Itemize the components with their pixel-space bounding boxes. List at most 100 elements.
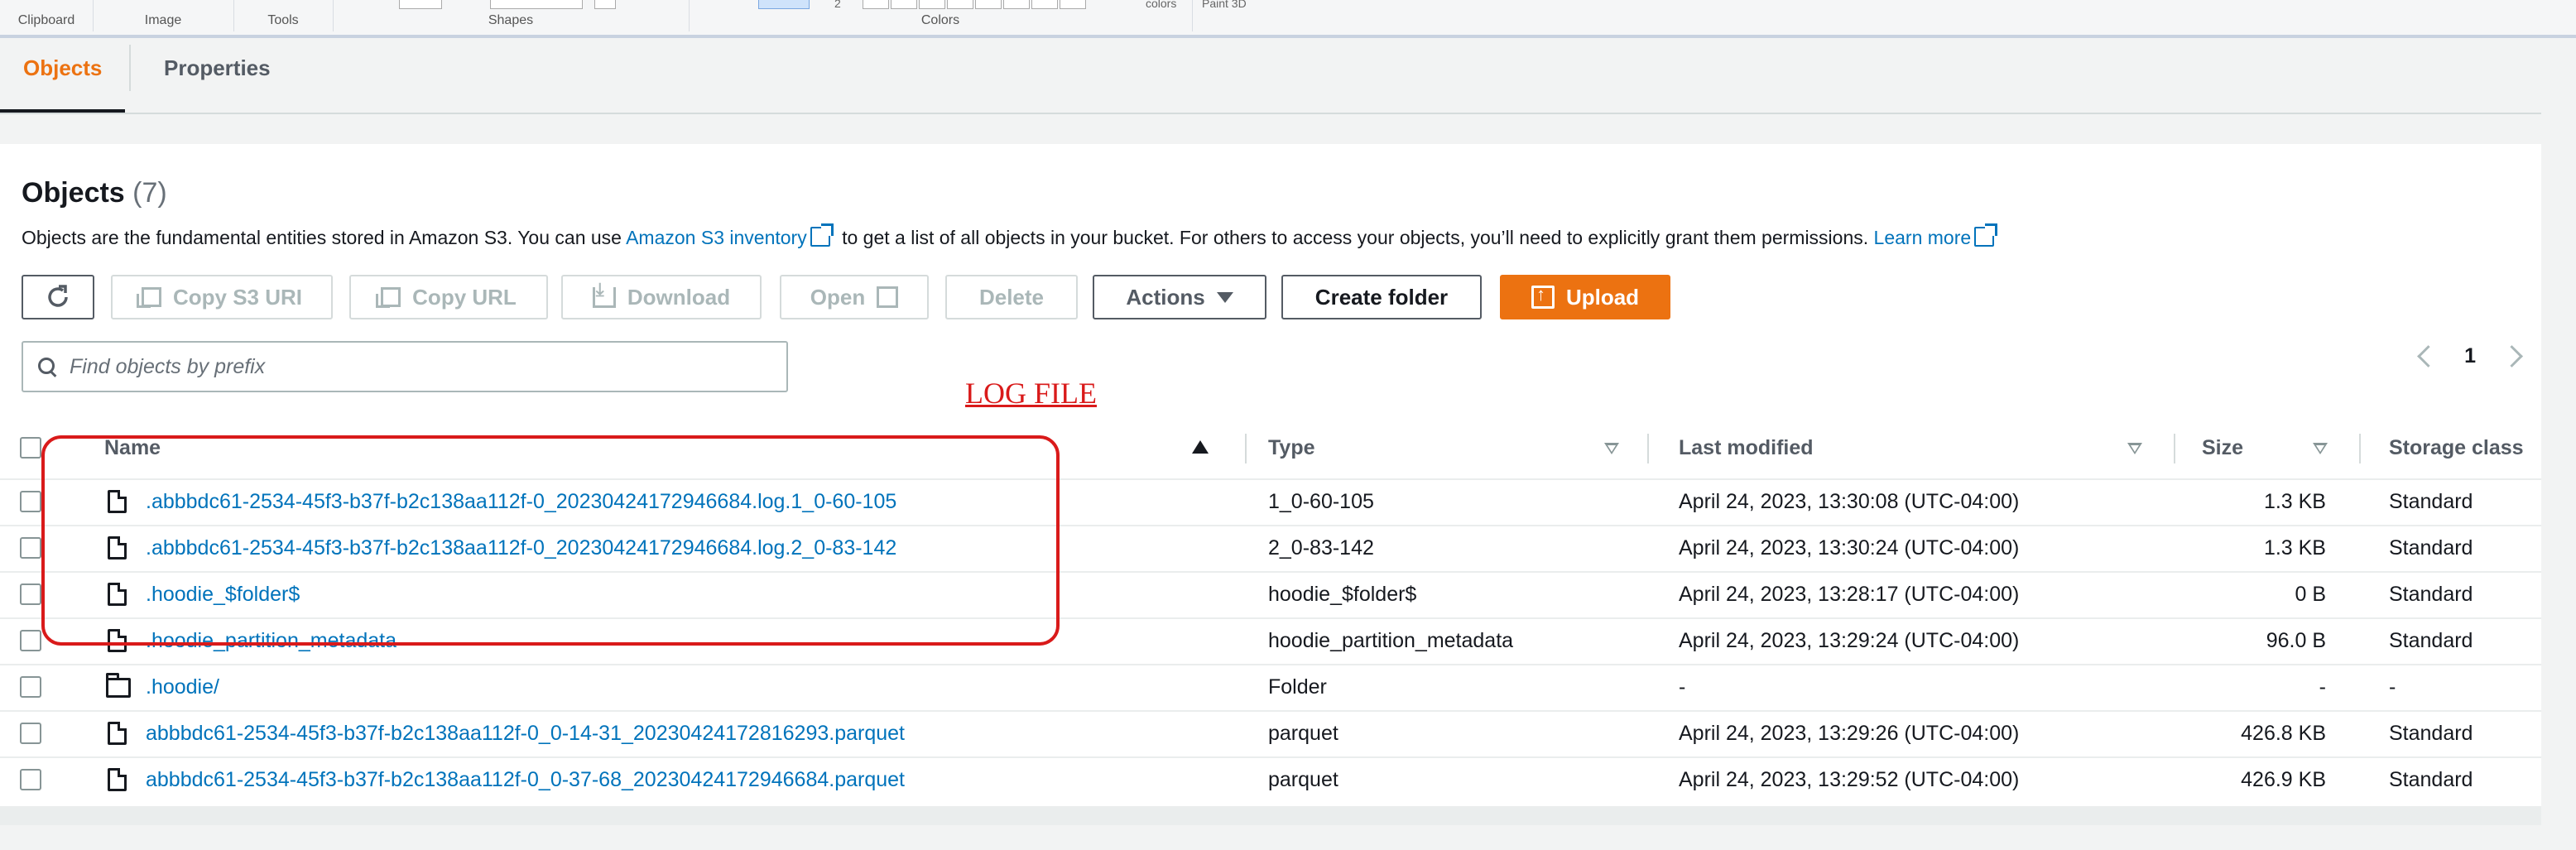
learn-more-link[interactable]: Learn more <box>1874 227 1972 248</box>
object-type: 1_0-60-105 <box>1268 490 1374 513</box>
tab-objects[interactable]: Objects <box>0 38 126 113</box>
table-row[interactable]: abbbdc61-2534-45f3-b37f-b2c138aa112f-0_0… <box>0 756 2541 803</box>
object-size: 1.3 KB <box>2263 536 2326 559</box>
palette-swatch[interactable] <box>975 0 1002 9</box>
object-type: hoodie_$folder$ <box>1268 583 1417 606</box>
object-last-modified: April 24, 2023, 13:28:17 (UTC-04:00) <box>1679 583 2020 606</box>
select-all-checkbox[interactable] <box>20 437 41 459</box>
object-size: 96.0 B <box>2266 629 2326 652</box>
search-icon <box>38 358 56 376</box>
object-type: parquet <box>1268 768 1338 791</box>
palette-swatch[interactable] <box>947 0 973 9</box>
sort-icon[interactable] <box>2127 443 2142 454</box>
shape-fill-swatch[interactable] <box>490 0 583 9</box>
object-storage-class: Standard <box>2389 583 2473 606</box>
paint-ribbon: Clipboard Image Tools Shapes 2 colors Co… <box>0 0 2576 38</box>
column-divider[interactable] <box>1647 434 1649 463</box>
search-input[interactable] <box>68 353 775 380</box>
file-icon <box>108 722 127 745</box>
row-checkbox[interactable] <box>20 583 41 605</box>
upload-icon <box>1531 284 1555 309</box>
row-checkbox[interactable] <box>20 630 41 651</box>
shape-outline-swatch[interactable] <box>399 0 442 9</box>
row-checkbox[interactable] <box>20 676 41 698</box>
download-button[interactable]: Download <box>561 275 762 319</box>
ribbon-label: Image <box>144 13 182 27</box>
object-name-link[interactable]: abbbdc61-2534-45f3-b37f-b2c138aa112f-0_0… <box>146 710 905 756</box>
column-header-size[interactable]: Size <box>2202 417 2243 478</box>
object-size: - <box>2319 675 2326 699</box>
external-link-icon <box>810 223 834 247</box>
download-icon <box>592 279 616 308</box>
ribbon-group-paint3d: Paint 3D <box>1192 0 1266 31</box>
refresh-button[interactable] <box>22 275 94 319</box>
chevron-left-icon[interactable] <box>2417 345 2440 367</box>
column-header-storage-class[interactable]: Storage class <box>2389 417 2524 478</box>
edit-colors-label[interactable]: colors <box>1146 0 1176 10</box>
column-divider[interactable] <box>1245 434 1247 463</box>
object-last-modified: April 24, 2023, 13:30:08 (UTC-04:00) <box>1679 490 2020 513</box>
row-checkbox[interactable] <box>20 769 41 790</box>
copy-s3-uri-button[interactable]: Copy S3 URI <box>111 275 333 319</box>
column-divider[interactable] <box>2174 434 2175 463</box>
actions-label: Actions <box>1126 284 1205 310</box>
table-row[interactable]: .hoodie/ Folder - - - <box>0 664 2541 712</box>
palette-swatch[interactable] <box>1031 0 1058 9</box>
column-divider[interactable] <box>2359 434 2361 463</box>
page-title-text: Objects <box>22 177 125 209</box>
column-header-last-modified[interactable]: Last modified <box>1679 417 1814 478</box>
s3-inventory-link[interactable]: Amazon S3 inventory <box>626 227 807 248</box>
object-last-modified: April 24, 2023, 13:29:52 (UTC-04:00) <box>1679 768 2020 791</box>
palette-swatch[interactable] <box>863 0 889 9</box>
object-size: 1.3 KB <box>2263 490 2326 513</box>
download-label: Download <box>627 284 731 310</box>
ribbon-label: Clipboard <box>17 13 75 27</box>
table-row[interactable]: abbbdc61-2534-45f3-b37f-b2c138aa112f-0_0… <box>0 710 2541 758</box>
upload-label: Upload <box>1565 284 1640 310</box>
refresh-icon <box>48 285 68 307</box>
palette-swatch[interactable] <box>919 0 945 9</box>
delete-label: Delete <box>978 284 1045 310</box>
external-link-icon <box>877 286 899 308</box>
object-storage-class: Standard <box>2389 768 2473 791</box>
palette-swatch[interactable] <box>1003 0 1030 9</box>
row-checkbox[interactable] <box>20 491 41 512</box>
row-checkbox[interactable] <box>20 537 41 559</box>
actions-dropdown[interactable]: Actions <box>1093 275 1266 319</box>
bottom-strip <box>0 806 2541 825</box>
objects-panel: Objects (7) Objects are the fundamental … <box>0 144 2541 809</box>
column-header-type[interactable]: Type <box>1268 417 1315 478</box>
ribbon-group-shapes: Shapes <box>333 0 690 31</box>
row-checkbox[interactable] <box>20 723 41 744</box>
palette-swatch[interactable] <box>891 0 917 9</box>
shape-size-swatch[interactable] <box>594 0 616 9</box>
tab-properties[interactable]: Properties <box>141 38 294 111</box>
copy-s3-uri-label: Copy S3 URI <box>172 284 303 310</box>
objects-description: Objects are the fundamental entities sto… <box>22 223 2001 249</box>
object-type: hoodie_partition_metadata <box>1268 629 1514 652</box>
ribbon-group-image: Image <box>93 0 234 31</box>
ribbon-group-clipboard: Clipboard <box>0 0 94 31</box>
object-name-link[interactable]: .hoodie/ <box>146 664 219 710</box>
chevron-right-icon[interactable] <box>2501 345 2523 367</box>
folder-icon <box>106 673 131 698</box>
object-storage-class: Standard <box>2389 722 2473 745</box>
color-1-button[interactable] <box>758 0 810 9</box>
search-box[interactable] <box>22 341 788 392</box>
color-2-label: 2 <box>834 0 841 10</box>
paint3d-label[interactable]: Paint 3D <box>1202 0 1247 10</box>
upload-button[interactable]: Upload <box>1500 275 1670 319</box>
current-page[interactable]: 1 <box>2464 344 2476 368</box>
object-name-link[interactable]: abbbdc61-2534-45f3-b37f-b2c138aa112f-0_0… <box>146 756 905 803</box>
sort-ascending-icon[interactable] <box>1192 440 1209 454</box>
log-file-highlight-box <box>41 435 1060 646</box>
create-folder-button[interactable]: Create folder <box>1281 275 1482 319</box>
ribbon-label: Colors <box>920 13 960 27</box>
open-button[interactable]: Open <box>780 275 929 319</box>
sort-icon[interactable] <box>2313 443 2328 454</box>
object-size: 426.8 KB <box>2241 722 2326 745</box>
delete-button[interactable]: Delete <box>945 275 1078 319</box>
copy-url-button[interactable]: Copy URL <box>349 275 548 319</box>
palette-swatch[interactable] <box>1060 0 1086 9</box>
sort-icon[interactable] <box>1604 443 1619 454</box>
